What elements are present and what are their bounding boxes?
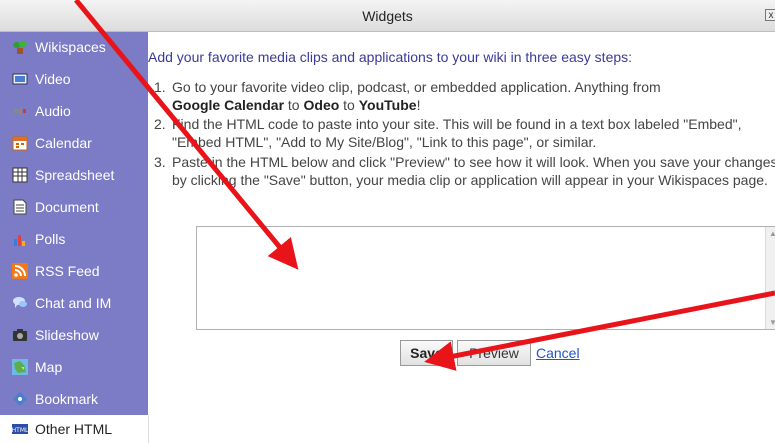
sidebar-item-label: Spreadsheet xyxy=(35,167,115,183)
scroll-up-icon[interactable]: ▲ xyxy=(769,229,775,238)
sidebar-item-label: Wikispaces xyxy=(35,39,106,55)
plant-icon xyxy=(12,39,28,55)
bar-chart-icon xyxy=(12,231,28,247)
sidebar-item-label: Document xyxy=(35,199,99,215)
sidebar-item-label: Other HTML xyxy=(35,421,113,437)
html-icon: HTML xyxy=(12,421,29,437)
step-1-text-a: Go to your favorite video clip, podcast,… xyxy=(172,79,661,95)
step-number: 3. xyxy=(154,154,166,170)
step-number: 1. xyxy=(154,79,166,95)
sidebar-item-label: Audio xyxy=(35,103,71,119)
intro-text: Add your favorite media clips and applic… xyxy=(148,49,633,65)
sidebar-item-label: Video xyxy=(35,71,71,87)
step-text: Find the HTML code to paste into your si… xyxy=(172,116,742,150)
rss-icon xyxy=(12,263,28,279)
main-panel: Add your favorite media clips and applic… xyxy=(148,32,775,443)
widget-sidebar: Wikispaces Video Audio Calendar Spreadsh… xyxy=(0,32,148,415)
sidebar-item-label: Polls xyxy=(35,231,66,247)
bookmark-icon xyxy=(12,391,28,407)
sidebar-item-bookmark[interactable]: Bookmark xyxy=(12,387,98,411)
textarea-scrollbar[interactable]: ▲ ▼ xyxy=(765,227,775,329)
close-icon[interactable]: x xyxy=(765,9,775,21)
step-text: Paste in the HTML below and click "Previ… xyxy=(172,154,775,188)
step-text: Go to your favorite video clip, podcast,… xyxy=(172,78,775,114)
sidebar-item-wikispaces[interactable]: Wikispaces xyxy=(12,35,106,59)
step-1-to: to xyxy=(284,97,304,113)
camera-icon xyxy=(12,327,28,343)
step-1-end: ! xyxy=(416,97,421,113)
sidebar-item-rss-feed[interactable]: RSS Feed xyxy=(12,259,100,283)
cancel-link[interactable]: Cancel xyxy=(536,345,580,361)
youtube-bold: YouTube xyxy=(358,97,417,113)
scroll-down-icon[interactable]: ▼ xyxy=(769,318,775,327)
sidebar-item-label: Calendar xyxy=(35,135,92,151)
html-code-textarea[interactable]: ▲ ▼ xyxy=(196,226,775,330)
sidebar-item-label: Bookmark xyxy=(35,391,99,407)
sidebar-item-document[interactable]: Document xyxy=(12,195,99,219)
sidebar-item-polls[interactable]: Polls xyxy=(12,227,65,251)
step-1-to-2: to xyxy=(339,97,359,113)
google-calendar-bold: Google Calendar xyxy=(172,97,285,113)
step-number: 2. xyxy=(154,116,166,132)
sidebar-item-spreadsheet[interactable]: Spreadsheet xyxy=(12,163,114,187)
sidebar-item-slideshow[interactable]: Slideshow xyxy=(12,323,99,347)
sidebar-item-chat-and-im[interactable]: Chat and IM xyxy=(12,291,111,315)
sidebar-item-label: Map xyxy=(35,359,63,375)
dialog-titlebar: Widgets x xyxy=(0,0,775,32)
sidebar-item-other-html[interactable]: HTML Other HTML xyxy=(0,415,149,443)
map-icon xyxy=(12,359,28,375)
sidebar-item-label: RSS Feed xyxy=(35,263,100,279)
save-button[interactable]: Save xyxy=(400,340,453,366)
sidebar-item-label: Slideshow xyxy=(35,327,99,343)
sidebar-item-video[interactable]: Video xyxy=(12,67,71,91)
spreadsheet-icon xyxy=(12,167,28,183)
sidebar-item-calendar[interactable]: Calendar xyxy=(12,131,92,155)
chat-icon xyxy=(12,295,28,311)
document-icon xyxy=(12,199,28,215)
sidebar-item-audio[interactable]: Audio xyxy=(12,99,71,123)
odeo-bold: Odeo xyxy=(303,97,340,113)
dialog-title: Widgets xyxy=(362,8,413,24)
sidebar-item-row: HTML Other HTML xyxy=(12,417,112,441)
sidebar-item-map[interactable]: Map xyxy=(12,355,62,379)
svg-text:HTML: HTML xyxy=(12,427,28,434)
sidebar-item-label: Chat and IM xyxy=(35,295,112,311)
calendar-icon xyxy=(12,135,28,151)
video-icon xyxy=(12,71,28,87)
preview-button[interactable]: Preview xyxy=(457,340,531,366)
speaker-icon xyxy=(12,103,28,119)
